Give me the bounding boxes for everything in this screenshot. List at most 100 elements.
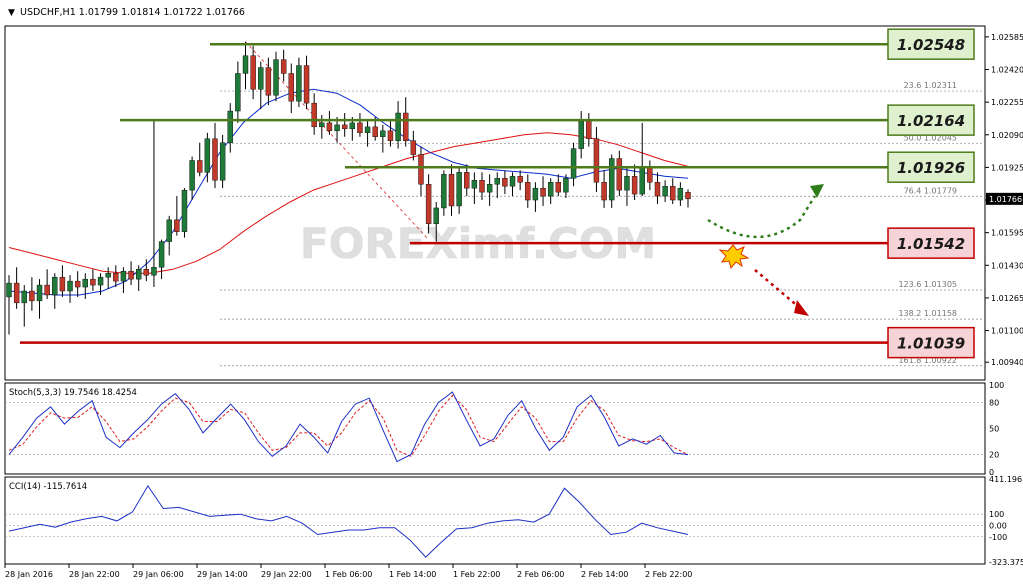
candle-body bbox=[82, 278, 88, 288]
time-tick-label: 28 Jan 22:00 bbox=[69, 570, 120, 579]
candle-body bbox=[227, 110, 233, 143]
candle-body bbox=[113, 273, 119, 282]
candle-body bbox=[364, 126, 371, 133]
candle-body bbox=[250, 55, 256, 90]
time-axis: 28 Jan 2016 28 Jan 22:00 29 Jan 06:00 29 Ja… bbox=[4, 564, 692, 579]
candle-body bbox=[570, 148, 577, 179]
cci-tick-label: 0.00 bbox=[989, 521, 1007, 530]
candle-body bbox=[105, 273, 111, 278]
cci-tick-label: -323.375 bbox=[989, 558, 1023, 567]
candle-body bbox=[36, 284, 43, 302]
candle-body bbox=[334, 124, 340, 132]
candle-body bbox=[479, 180, 485, 193]
candle-body bbox=[151, 267, 157, 276]
candle-body bbox=[128, 271, 134, 280]
cci-tick-label: 411.196 bbox=[989, 475, 1022, 484]
candle-body bbox=[319, 122, 325, 128]
candle-body bbox=[685, 192, 691, 200]
time-tick-label: 1 Feb 06:00 bbox=[325, 570, 372, 579]
fib-label: 76.4 1.01779 bbox=[904, 186, 957, 195]
price-tick-label: 1.02420 bbox=[991, 66, 1023, 75]
price-tick-label: 1.01265 bbox=[991, 294, 1023, 303]
candle-body bbox=[349, 122, 356, 130]
chart-header-arrow[interactable]: ▼ bbox=[8, 8, 15, 18]
candle-body bbox=[265, 67, 272, 96]
candle-body bbox=[578, 120, 584, 149]
time-tick-label: 2 Feb 22:00 bbox=[645, 570, 692, 579]
candle-body bbox=[13, 282, 20, 304]
candle-body bbox=[387, 130, 394, 141]
candle-body bbox=[258, 67, 264, 90]
candle-body bbox=[326, 122, 333, 132]
candle-body bbox=[242, 55, 249, 74]
time-tick-label: 29 Jan 14:00 bbox=[197, 570, 248, 579]
time-tick-label: 28 Jan 2016 bbox=[5, 570, 53, 579]
price-tick-label: 1.01100 bbox=[991, 327, 1023, 336]
cci-label: CCI(14) -115.7614 bbox=[9, 482, 87, 492]
candle-body bbox=[189, 160, 195, 191]
time-tick-label: 29 Jan 06:00 bbox=[133, 570, 184, 579]
candle-body bbox=[21, 290, 27, 304]
trading-chart[interactable]: FOREXimf.COM 23.6 1.0231150.0 1.0204576.… bbox=[0, 0, 1023, 586]
candle-body bbox=[517, 176, 523, 183]
stoch-tick-label: 20 bbox=[989, 451, 999, 460]
stoch-tick-label: 50 bbox=[989, 425, 999, 434]
candle-body bbox=[410, 140, 417, 155]
candle-body bbox=[143, 269, 150, 276]
candle-body bbox=[631, 176, 638, 195]
candle-body bbox=[654, 182, 661, 197]
resistance-label: 1.01926 bbox=[897, 159, 965, 177]
candle-body bbox=[464, 172, 470, 189]
candle-body bbox=[616, 158, 623, 191]
candle-body bbox=[647, 166, 653, 183]
candle-body bbox=[525, 182, 531, 201]
candle-body bbox=[586, 120, 592, 139]
candle-body bbox=[670, 185, 676, 201]
time-tick-label: 1 Feb 22:00 bbox=[453, 570, 500, 579]
cci-tick-label: -100 bbox=[989, 533, 1007, 542]
candle-body bbox=[90, 278, 96, 286]
candle-body bbox=[456, 172, 462, 207]
price-tick-label: 1.01595 bbox=[991, 229, 1023, 238]
support-label: 1.01542 bbox=[897, 235, 965, 253]
candle-body bbox=[59, 276, 66, 292]
candle-body bbox=[197, 160, 203, 173]
resistance-label: 1.02548 bbox=[897, 36, 965, 54]
candle-body bbox=[593, 138, 600, 183]
candle-body bbox=[601, 182, 607, 201]
candle-body bbox=[120, 271, 127, 282]
price-tick-label: 1.01925 bbox=[991, 163, 1023, 172]
candle-body bbox=[97, 276, 104, 286]
candle-body bbox=[296, 65, 302, 102]
cci-tick-label: 100 bbox=[989, 510, 1004, 519]
candle-body bbox=[52, 276, 58, 296]
stoch-tick-label: 100 bbox=[989, 381, 1004, 390]
resistance-label: 1.02164 bbox=[897, 112, 965, 130]
candle-body bbox=[677, 187, 684, 201]
candle-body bbox=[288, 73, 294, 102]
candle-body bbox=[135, 269, 142, 280]
candle-body bbox=[181, 189, 188, 232]
candle-body bbox=[166, 219, 172, 242]
candle-body bbox=[372, 126, 378, 137]
candle-body bbox=[311, 102, 317, 128]
candle-body bbox=[639, 166, 645, 195]
candle-body bbox=[380, 130, 386, 137]
candle-body bbox=[471, 180, 478, 189]
candle-body bbox=[448, 174, 455, 207]
main-plot-frame bbox=[4, 25, 986, 381]
candle-body bbox=[555, 182, 562, 193]
candle-body bbox=[494, 178, 500, 185]
candle-body bbox=[403, 112, 409, 141]
candle-body bbox=[486, 184, 493, 193]
candle-body bbox=[174, 219, 180, 232]
candle-body bbox=[280, 59, 287, 74]
candle-body bbox=[547, 182, 554, 197]
candle-body bbox=[219, 142, 226, 181]
price-tick-label: 1.02090 bbox=[991, 131, 1023, 140]
candle-body bbox=[273, 59, 279, 96]
candle-body bbox=[341, 124, 348, 130]
stochastic-panel-frame bbox=[4, 382, 986, 475]
stochastic-label: Stoch(5,3,3) 19.7546 18.4254 bbox=[9, 388, 137, 398]
candle-body bbox=[67, 280, 73, 292]
